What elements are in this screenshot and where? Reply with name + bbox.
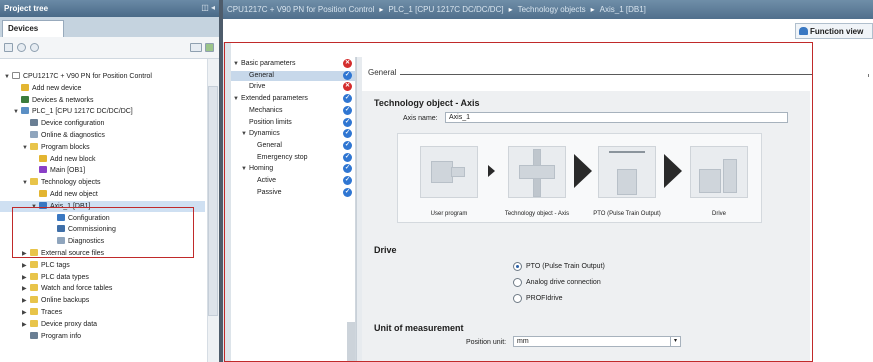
overview-icon[interactable] <box>4 43 13 52</box>
tree-scrollbar-thumb[interactable] <box>208 86 218 316</box>
tree-item-label: PLC data types <box>41 273 89 281</box>
collapse-pane-icon[interactable]: ◫ ◂ <box>201 3 215 12</box>
tree-item-icon <box>30 319 38 327</box>
expand-toggle-icon[interactable]: ▶ <box>22 320 30 331</box>
tree-item-icon <box>12 72 20 79</box>
tree-item[interactable]: Add new block <box>0 154 205 165</box>
tree-item-icon <box>21 107 29 115</box>
tree-item-label: Device proxy data <box>41 320 98 328</box>
tree-item[interactable]: ▶ Traces <box>0 307 205 318</box>
tree-item[interactable]: Main [OB1] <box>0 165 205 176</box>
tree-item[interactable]: ▼ Program blocks <box>0 142 205 153</box>
back-icon[interactable] <box>17 43 26 52</box>
expand-toggle-icon[interactable]: ▼ <box>13 107 21 118</box>
tree-item-icon <box>39 190 47 197</box>
expand-toggle-icon[interactable]: ▶ <box>22 273 30 284</box>
tree-item-icon <box>30 131 38 138</box>
tree-item-icon <box>30 142 38 150</box>
tree-item-label: Program blocks <box>41 143 90 151</box>
highlight-box <box>224 42 813 362</box>
breadcrumb: CPU1217C + V90 PN for Position Control ▸ P… <box>223 0 873 19</box>
tab-function-view[interactable]: Function view <box>795 23 873 39</box>
project-tree-header: Project tree ◫ ◂ <box>0 0 219 17</box>
breadcrumb-item[interactable]: Axis_1 [DB1] <box>600 5 646 14</box>
tree-item[interactable]: Device configuration <box>0 118 205 129</box>
expand-toggle-icon[interactable]: ▶ <box>22 284 30 295</box>
expand-toggle-icon[interactable]: ▼ <box>22 178 30 189</box>
tree-item[interactable]: Devices & networks <box>0 95 205 106</box>
tree-item-icon <box>30 296 38 304</box>
expand-toggle-icon[interactable]: ▶ <box>22 261 30 272</box>
tree-item-icon <box>39 154 47 162</box>
breadcrumb-separator-icon: ▸ <box>508 5 513 14</box>
sync-icon[interactable] <box>205 43 214 52</box>
highlight-box <box>12 207 194 258</box>
divider <box>868 74 869 77</box>
expand-toggle-icon[interactable]: ▶ <box>22 308 30 319</box>
tree-item-label: Devices & networks <box>32 96 94 104</box>
tree-item[interactable]: ▶ Online backups <box>0 295 205 306</box>
breadcrumb-separator-icon: ▸ <box>379 5 384 14</box>
tree-item[interactable]: Online & diagnostics <box>0 130 205 141</box>
tree-toolbar <box>0 37 219 59</box>
breadcrumb-item[interactable]: Technology objects <box>518 5 586 14</box>
tree-item[interactable]: Add new device <box>0 83 205 94</box>
tree-item[interactable]: ▶ PLC data types <box>0 272 205 283</box>
tree-item-icon <box>30 272 38 280</box>
breadcrumb-item[interactable]: CPU1217C + V90 PN for Position Control <box>227 5 374 14</box>
expand-toggle-icon[interactable]: ▼ <box>22 143 30 154</box>
tree-item-icon <box>30 260 38 268</box>
tree-item-label: PLC tags <box>41 261 70 269</box>
forward-icon[interactable] <box>30 43 39 52</box>
tree-item-label: Main [OB1] <box>50 167 86 175</box>
tree-item-label: Online backups <box>41 297 90 305</box>
tree-item-label: Add new device <box>32 84 82 92</box>
tree-item-label: Online & diagnostics <box>41 132 105 139</box>
tree-item-icon <box>30 284 38 292</box>
tree-item-label: Watch and force tables <box>41 285 113 293</box>
tree-item[interactable]: ▼ PLC_1 [CPU 1217C DC/DC/DC] <box>0 106 205 117</box>
tree-item[interactable]: Add new object <box>0 189 205 200</box>
tree-item[interactable]: ▶ PLC tags <box>0 260 205 271</box>
function-view-icon <box>799 27 808 35</box>
project-tree-title: Project tree <box>4 4 49 13</box>
tree-item[interactable]: ▶ Device proxy data <box>0 319 205 330</box>
tree-item[interactable]: ▶ Watch and force tables <box>0 283 205 294</box>
breadcrumb-item[interactable]: PLC_1 [CPU 1217C DC/DC/DC] <box>388 5 503 14</box>
breadcrumb-separator-icon: ▸ <box>590 5 595 14</box>
tree-item[interactable]: ▼ Technology objects <box>0 177 205 188</box>
view-tab-row <box>223 19 873 39</box>
tree-item-label: Add new block <box>50 155 96 163</box>
tree-item-label: Technology objects <box>41 179 101 187</box>
tree-item-label: Program info <box>41 332 82 340</box>
tree-item-icon <box>21 83 29 91</box>
tree-item-label: CPU1217C + V90 PN for Position Control <box>23 73 152 80</box>
tree-item-icon <box>30 308 38 315</box>
tree-item-icon <box>39 166 47 174</box>
function-view-label: Function view <box>810 27 864 36</box>
expand-toggle-icon[interactable]: ▼ <box>4 72 12 83</box>
tree-item-label: Add new object <box>50 191 98 198</box>
tree-item-label: Device configuration <box>41 120 105 128</box>
tab-devices[interactable]: Devices <box>2 20 64 37</box>
tree-item-icon <box>30 331 38 339</box>
tree-item[interactable]: ▼ CPU1217C + V90 PN for Position Control <box>0 71 205 82</box>
grid-view-icon[interactable] <box>190 43 202 52</box>
expand-toggle-icon[interactable]: ▶ <box>22 296 30 307</box>
right-gutter <box>813 42 873 362</box>
tree-item-label: Traces <box>41 309 63 316</box>
tree-item-label: PLC_1 [CPU 1217C DC/DC/DC] <box>32 108 133 116</box>
tree-item[interactable]: Program info <box>0 331 205 342</box>
tree-item-icon <box>21 95 29 103</box>
tree-item-icon <box>30 178 38 186</box>
tree-item-icon <box>30 119 38 127</box>
